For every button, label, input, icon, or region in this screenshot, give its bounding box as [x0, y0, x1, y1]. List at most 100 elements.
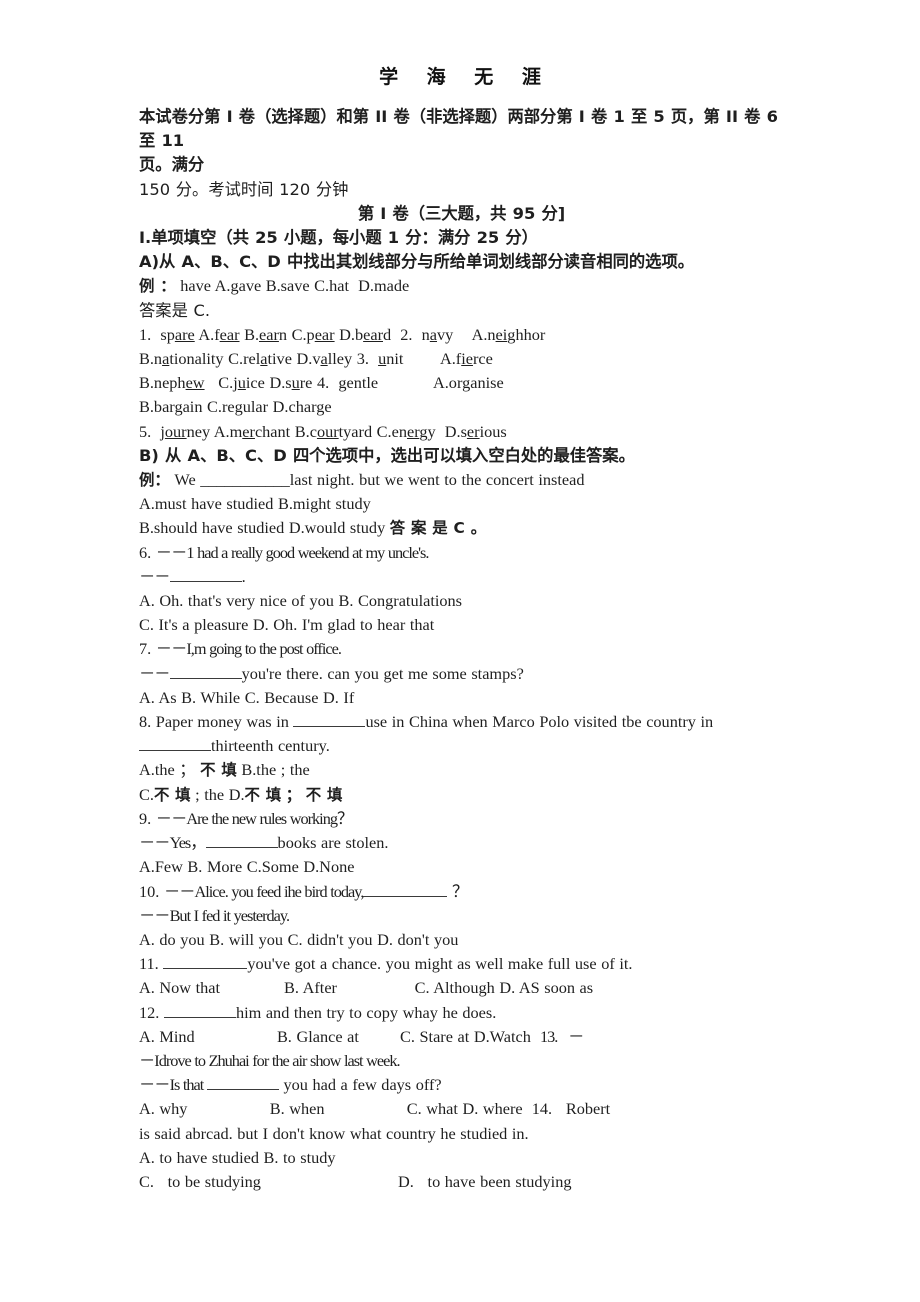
- q5-optD-post: ious: [479, 421, 507, 441]
- q10-prompt-pre: －－Alice. you feed ihe bird today,: [163, 881, 364, 901]
- intro-line-2: 页。满分: [139, 155, 205, 175]
- phonetic-row-1: 1. spare A.fear B.earn C.pear D.beard 2.…: [139, 323, 784, 347]
- q2-optA-post: ghhor: [507, 324, 546, 344]
- q7-number: 7.: [139, 639, 152, 659]
- q1-optD-post: d: [383, 324, 392, 344]
- q8-options-a-row: A.the ； 不 填 B.the ; the: [139, 758, 784, 782]
- q13-prompt-row: －Idrove to Zhuhai for the air show last …: [139, 1049, 784, 1073]
- q10-answer-blank[interactable]: [363, 883, 448, 897]
- q5-optD-under: er: [466, 421, 480, 441]
- part-a-instruction: A)从 A、B、C、D 中找出其划线部分与所给单词划线部分读音相同的选项。: [139, 252, 695, 272]
- q1-optA-under: ear: [219, 324, 240, 344]
- q5-optC-label: C.en: [376, 421, 407, 441]
- q9-answer-blank[interactable]: [205, 834, 278, 849]
- q1-number: 1.: [139, 324, 152, 344]
- q4-number: 4.: [317, 373, 330, 393]
- q8-answer-blank-1[interactable]: [293, 713, 366, 728]
- intro-line-3: 150 分。考试时间 120 分钟: [139, 179, 349, 199]
- phonetic-row-4: B.bargain C.regular D.charge: [139, 395, 784, 419]
- q8-answer-blank-2[interactable]: [139, 737, 211, 752]
- phonetic-row-5: 5. journey A.merchant B.courtyard C.ener…: [139, 420, 784, 444]
- q3-stem-post: nit: [386, 349, 404, 369]
- q4-stem-underline: g: [338, 373, 347, 393]
- q1-optA-label: A.f: [198, 324, 220, 344]
- q5-optA-post: chant: [254, 421, 291, 441]
- q3-optA-under: ie: [461, 349, 473, 369]
- q7-reply-tail: you're there. can you get me some stamps…: [241, 663, 524, 683]
- q12-stem-post: him and then try to copy whay he does.: [235, 1002, 497, 1022]
- q2-optD-post: lley: [327, 349, 353, 369]
- q12-options-tail: 13. －: [540, 1026, 584, 1046]
- q3-optA-post: rce: [472, 349, 493, 369]
- q11-stem-post: you've got a chance. you might as well m…: [247, 954, 633, 974]
- q13-options-row: A. why B. when C. what D. where 14. Robe…: [139, 1097, 784, 1121]
- q5-optC-under: er: [406, 421, 420, 441]
- q8-optionsB-cn1: 不 填: [153, 785, 191, 804]
- exam-page: 学 海 无 涯 本试卷分第 I 卷（选择题）和第 II 卷（非选择题）两部分第 …: [0, 0, 920, 1302]
- q3-optB-under: ew: [185, 373, 205, 393]
- q5-optB-label: B.c: [294, 421, 317, 441]
- b-example-optB: B.should have studied D.would study: [139, 518, 386, 538]
- part-b-instruction: B) 从 A、B、C、D 四个选项中，选出可以填入空白处的最佳答案。: [139, 445, 635, 465]
- q7-answer-blank[interactable]: [169, 665, 242, 679]
- q12-options: A. Mind B. Glance at C. Stare at D.Watch: [139, 1026, 531, 1046]
- q14-optionsD: D. to have been studying: [398, 1171, 572, 1191]
- q2-stem-post: vy: [437, 324, 454, 344]
- q3-optD-post: re: [299, 373, 313, 393]
- q8-options-b-row: C.不 填 ; the D.不 填 ； 不 填: [139, 783, 784, 807]
- q13-reply-pre: －－Is that: [139, 1075, 207, 1095]
- q9-prompt: －－Are the new rules working？: [155, 808, 353, 828]
- section-heading: 第 I 卷（三大题，共 95 分]: [357, 203, 566, 223]
- q8-optionsB-cn3: 不 填: [305, 785, 343, 804]
- q4-optA-post: anise: [470, 373, 504, 393]
- q4-optC-post: ular: [242, 397, 269, 417]
- q5-optA-under: er: [242, 421, 255, 441]
- example-text: have A.gave B.save C.hat D.made: [180, 276, 410, 296]
- q3-optD-under: u: [291, 373, 300, 393]
- q10-prompt-post: ？: [447, 881, 469, 901]
- q13-answer-blank[interactable]: [206, 1076, 279, 1091]
- q2-number: 2.: [400, 324, 413, 344]
- q6-answer-blank[interactable]: [169, 568, 242, 582]
- section-one-title: I.单项填空（共 25 小题，每小题 1 分：满分 25 分）: [139, 228, 538, 248]
- q5-optA-label: A.m: [213, 421, 243, 441]
- q13-options-tail: 14. Robert: [531, 1099, 611, 1119]
- q2-optB-label: B.n: [139, 349, 163, 369]
- phonetic-row-2: B.nationality C.relative D.valley 3. uni…: [139, 347, 784, 371]
- q2-stem-underline: a: [429, 324, 438, 344]
- q14-options-ab: A. to have studied B. to study: [139, 1147, 336, 1167]
- b-example-answer: 答 案 是 C 。: [389, 519, 487, 538]
- phonetic-row-3: B.nephew C.juice D.sure 4. gentle A.orga…: [139, 371, 784, 395]
- q2-optA-under: ei: [495, 324, 508, 344]
- q8-stem-row-2: thirteenth century.: [139, 734, 784, 758]
- q7-reply-row: －－ you're there. can you get me some stam…: [139, 662, 784, 686]
- q5-optB-post: tyard: [338, 421, 373, 441]
- q9-number: 9.: [139, 808, 152, 828]
- q8-stem-line2-post: thirteenth century.: [211, 736, 330, 756]
- q12-answer-blank[interactable]: [163, 1004, 236, 1018]
- q10-reply: －－But I fed it yesterday.: [139, 904, 784, 928]
- q6-prompt-row: 6. －－1 had a really good weekend at my u…: [139, 541, 784, 565]
- q9-prompt-row: 9. －－Are the new rules working？: [139, 807, 784, 831]
- q14-options-cd-row: C. to be studying D. to have been studyi…: [139, 1170, 784, 1194]
- q4-optD-post: e: [324, 397, 332, 417]
- q11-answer-blank[interactable]: [163, 955, 248, 970]
- q6-reply-row: －－.: [139, 565, 784, 589]
- q6-prompt: －－1 had a really good weekend at my uncl…: [155, 542, 430, 562]
- q10-number: 10.: [139, 881, 160, 901]
- q5-optB-under: our: [316, 421, 339, 441]
- q4-optB-label: B.bar: [139, 397, 175, 417]
- q1-optB-label: B.: [244, 324, 260, 344]
- q8-stem-row: 8. Paper money was in use in China when …: [139, 710, 784, 734]
- q13-options: A. why B. when C. what D. where: [139, 1099, 523, 1119]
- q2-optA-label: A.n: [471, 324, 496, 344]
- q5-stem-post: ney: [186, 421, 211, 441]
- q8-optionsB-cn2: 不 填: [244, 785, 282, 804]
- q12-stem-row: 12. him and then try to copy whay he doe…: [139, 1001, 784, 1025]
- q9-reply-row: －－Yes， books are stolen.: [139, 831, 784, 855]
- q3-optA-label: A.f: [439, 349, 462, 369]
- q5-optC-post: gy: [419, 421, 436, 441]
- q8-optionsA-cn: 不 填: [200, 761, 237, 780]
- q12-options-row: A. Mind B. Glance at C. Stare at D.Watch…: [139, 1025, 784, 1049]
- q4-optC-label: C.re: [207, 397, 235, 417]
